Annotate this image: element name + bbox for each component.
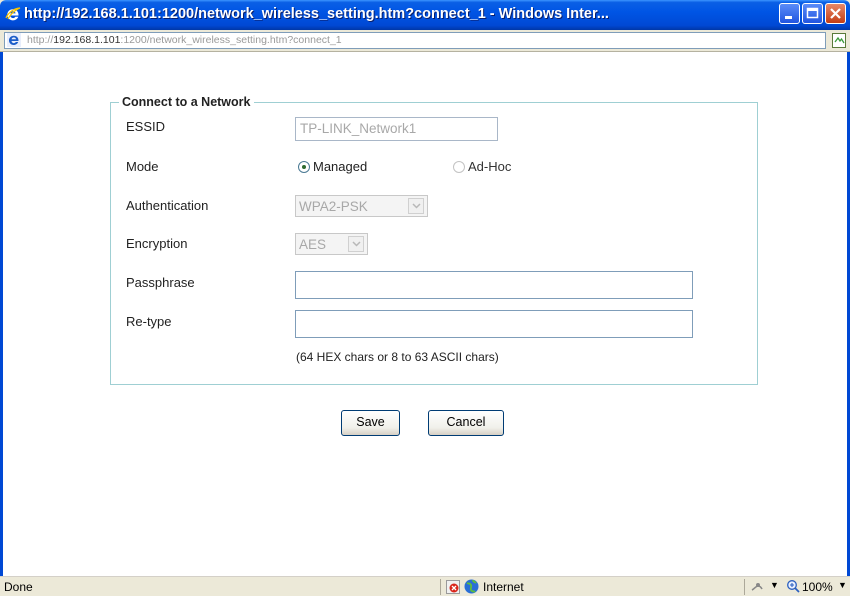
encryption-value: AES: [299, 236, 327, 252]
url-host: 192.168.1.101: [53, 34, 121, 46]
status-text: Done: [4, 580, 33, 594]
mode-managed-radio[interactable]: Managed: [298, 159, 367, 174]
mode-label: Mode: [126, 159, 159, 174]
fieldset-legend: Connect to a Network: [122, 95, 251, 109]
blocked-icon: [446, 580, 460, 594]
mode-adhoc-radio[interactable]: Ad-Hoc: [453, 159, 511, 174]
zoom-icon[interactable]: [786, 579, 800, 593]
address-field[interactable]: http://192.168.1.101:1200/network_wirele…: [4, 32, 826, 49]
certificate-icon[interactable]: [832, 33, 846, 48]
address-bar: http://192.168.1.101:1200/network_wirele…: [0, 30, 850, 52]
zoom-level[interactable]: 100%: [802, 580, 833, 594]
page-content: Connect to a Network ESSID TP-LINK_Netwo…: [0, 52, 850, 576]
maximize-button[interactable]: [802, 3, 823, 24]
address-url: http://192.168.1.101:1200/network_wirele…: [27, 34, 342, 46]
status-separator: [440, 579, 441, 595]
close-icon: [830, 8, 841, 19]
url-path: :1200/network_wireless_setting.htm?conne…: [120, 34, 342, 46]
minimize-button[interactable]: [779, 3, 800, 24]
mode-managed-label: Managed: [313, 159, 368, 174]
security-zone[interactable]: Internet: [483, 580, 524, 594]
essid-field[interactable]: TP-LINK_Network1: [295, 117, 498, 141]
protected-mode-icon[interactable]: [750, 580, 764, 594]
authentication-label: Authentication: [126, 198, 209, 213]
essid-label: ESSID: [126, 119, 166, 134]
window-title: http://192.168.1.101:1200/network_wirele…: [24, 6, 609, 22]
encryption-select[interactable]: AES: [295, 233, 368, 255]
authentication-select[interactable]: WPA2-PSK: [295, 195, 428, 217]
mode-adhoc-label: Ad-Hoc: [468, 159, 512, 174]
retype-label: Re-type: [126, 314, 172, 329]
radio-unselected-icon: [453, 161, 465, 173]
essid-row: TP-LINK_Network1: [295, 117, 498, 141]
passphrase-label: Passphrase: [126, 275, 195, 290]
radio-selected-icon: [298, 161, 310, 173]
chevron-down-icon[interactable]: ▼: [838, 580, 847, 590]
close-button[interactable]: [825, 3, 846, 24]
authentication-value: WPA2-PSK: [299, 198, 368, 214]
chevron-down-icon: [348, 236, 364, 252]
passphrase-input[interactable]: [295, 271, 693, 299]
url-scheme: http://: [27, 34, 54, 46]
minimize-icon: [785, 16, 792, 19]
passphrase-hint: (64 HEX chars or 8 to 63 ASCII chars): [296, 350, 499, 364]
globe-icon: [464, 579, 479, 594]
title-bar[interactable]: http://192.168.1.101:1200/network_wirele…: [0, 0, 850, 30]
retype-input[interactable]: [295, 310, 693, 338]
maximize-icon: [806, 7, 819, 19]
window-border-left: [0, 52, 3, 576]
ie-logo-icon: [5, 7, 21, 21]
chevron-down-icon[interactable]: ▼: [770, 580, 779, 590]
chevron-down-icon: [408, 198, 424, 214]
status-separator: [744, 579, 745, 595]
status-bar: Done Internet ▼ 100% ▼: [0, 576, 850, 596]
page-ie-icon: [7, 33, 21, 47]
save-button[interactable]: Save: [341, 410, 400, 436]
encryption-label: Encryption: [126, 236, 188, 251]
cancel-button[interactable]: Cancel: [428, 410, 504, 436]
